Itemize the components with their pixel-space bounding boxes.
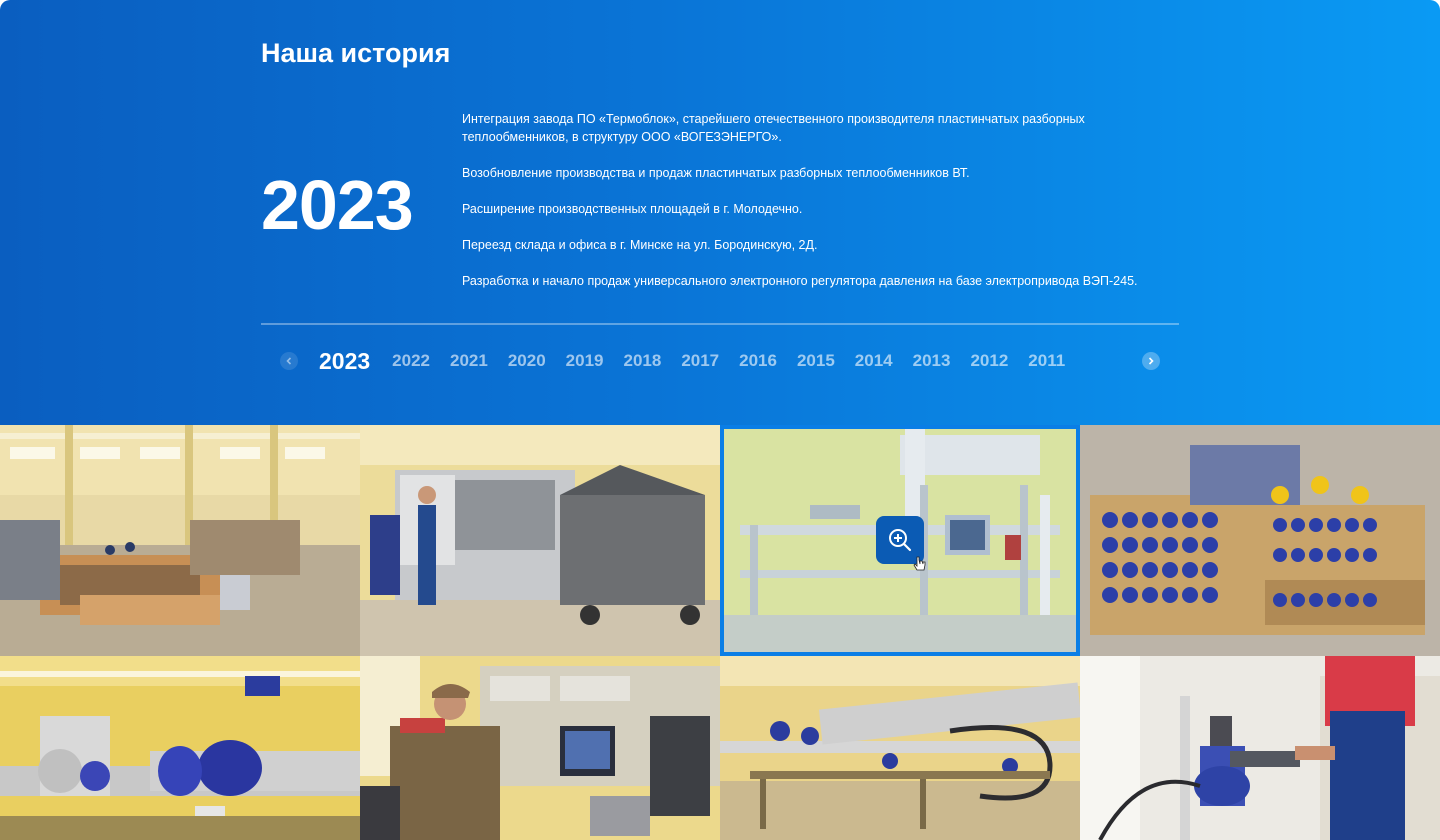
timeline-divider [261,323,1179,325]
event-item: Интеграция завода ПО «Термоблок», старей… [462,112,1085,144]
valves-on-pallets-photo [1080,425,1440,656]
year-tab-2019[interactable]: 2019 [566,351,604,371]
gallery-photo-pipe-test-stand[interactable] [720,425,1080,656]
blue-valves-piping-photo [0,656,360,840]
year-tab-2016[interactable]: 2016 [739,351,777,371]
chevron-left-icon [286,357,292,365]
hand-pointer-icon [913,556,926,571]
zoom-in-icon [889,529,912,552]
worker-at-test-bench-photo [360,656,720,840]
years-list: 2023 2022 2021 2020 2019 2018 2017 2016 … [319,340,1085,382]
gallery-photo-worker-at-test-bench[interactable] [360,656,720,840]
history-section: Наша история 2023 Интеграция завода ПО «… [0,0,1440,425]
event-item: Возобновление производства и продаж плас… [462,166,970,180]
gallery-photo-cnc-lathe[interactable] [360,425,720,656]
year-tab-2012[interactable]: 2012 [970,351,1008,371]
year-tab-2011[interactable]: 2011 [1028,351,1065,371]
year-tab-2020[interactable]: 2020 [508,351,546,371]
year-tab-2014[interactable]: 2014 [855,351,893,371]
worker-assembling-valve-photo [1080,656,1440,840]
photo-gallery [0,425,1440,840]
cnc-lathe-photo [360,425,720,656]
year-timeline: 2023 2022 2021 2020 2019 2018 2017 2016 … [261,340,1179,382]
gallery-photo-test-line-hall[interactable] [720,656,1080,840]
section-title: Наша история [261,38,451,68]
year-tab-2017[interactable]: 2017 [681,351,719,371]
test-line-hall-photo [720,656,1080,840]
event-item: Расширение производственных площадей в г… [462,202,803,216]
workshop-hall-photo [0,425,360,656]
prev-year-button[interactable] [280,352,298,370]
gallery-photo-workshop-hall[interactable] [0,425,360,656]
event-item: Разработка и начало продаж универсальног… [462,274,1138,288]
event-item: Переезд склада и офиса в г. Минске на ул… [462,238,818,252]
gallery-photo-worker-assembling-valve[interactable] [1080,656,1440,840]
gallery-photo-blue-valves-piping[interactable] [0,656,360,840]
chevron-right-icon [1148,357,1154,365]
next-year-button[interactable] [1142,352,1160,370]
year-tab-2021[interactable]: 2021 [450,351,488,371]
current-year: 2023 [261,166,414,244]
year-tab-2018[interactable]: 2018 [623,351,661,371]
events-list: Интеграция завода ПО «Термоблок», старей… [462,110,1182,308]
year-tab-2023[interactable]: 2023 [319,348,370,375]
year-tab-2022[interactable]: 2022 [392,351,430,371]
year-tab-2013[interactable]: 2013 [913,351,951,371]
year-tab-2015[interactable]: 2015 [797,351,835,371]
gallery-photo-valves-on-pallets[interactable] [1080,425,1440,656]
